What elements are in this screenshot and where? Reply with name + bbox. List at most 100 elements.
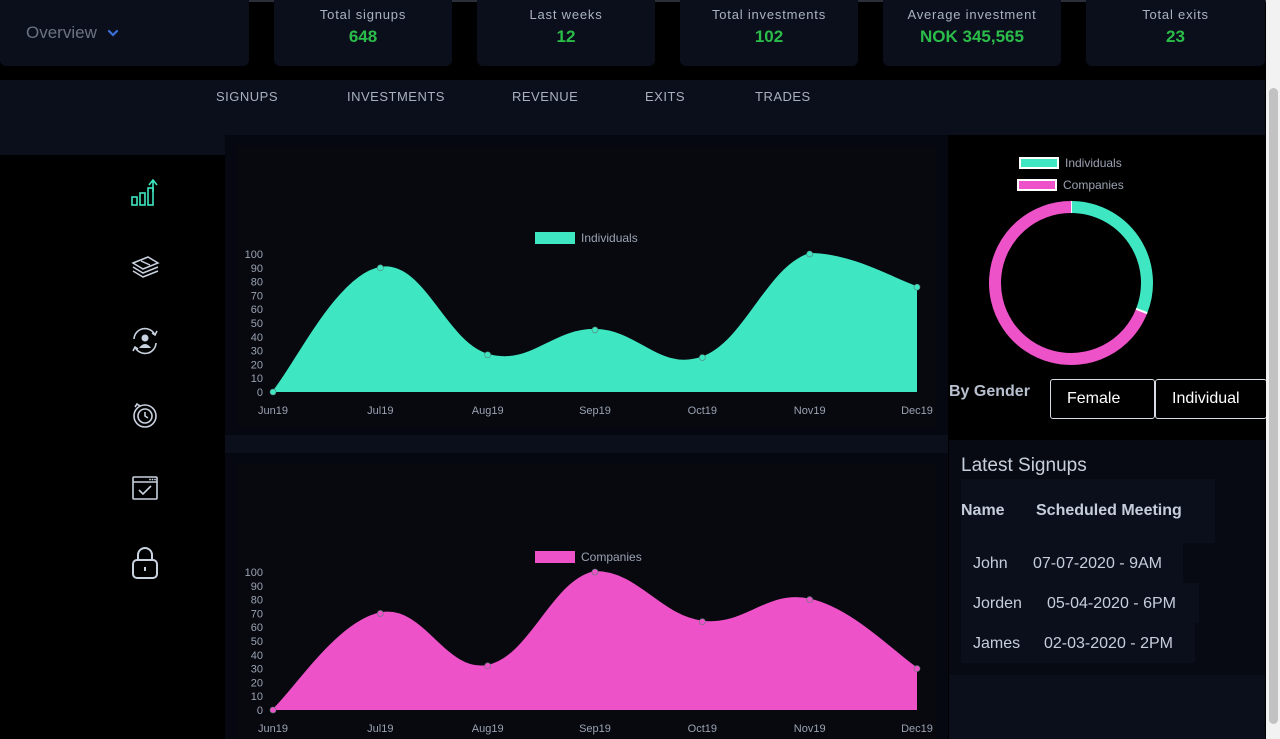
x-tick-label: Nov19 [794,723,826,735]
x-tick-label: Jun19 [258,405,288,417]
lock-icon[interactable] [130,545,160,581]
data-point[interactable] [591,326,599,334]
signup-meeting: 07-07-2020 - 9AM [1033,555,1162,572]
data-point[interactable] [591,568,599,576]
x-tick-label: Sep19 [579,723,611,735]
stat-label: Total investments [711,7,827,22]
stat-total-exits: Total exits 23 [1086,0,1265,66]
legend-label: Companies [581,550,642,564]
legend-swatch [535,551,575,563]
data-point[interactable] [484,662,491,670]
legend-swatch [535,232,575,244]
latest-signups-title: Latest Signups [961,455,1087,476]
x-tick-label: Dec19 [901,723,933,735]
data-point[interactable] [806,250,813,258]
chart-companies: Companies 0 10 20 30 40 50 60 70 80 90 100 Jun19 Jul1… [237,465,937,739]
tab-exits[interactable]: EXITS [645,89,685,104]
x-tick-label: Jul19 [367,723,393,735]
area-fill-companies [273,572,917,710]
y-tick-label: 10 [251,373,263,385]
signup-name: Jorden [973,595,1022,612]
y-tick-label: 90 [251,263,263,275]
y-tick-label: 60 [251,622,263,634]
section-separator [225,435,948,453]
legend-companies[interactable]: Companies [535,550,642,564]
tab-trades[interactable]: TRADES [755,89,811,104]
y-tick-label: 100 [245,249,263,261]
data-point[interactable] [913,665,921,672]
right-lower-panel [949,675,1265,739]
y-tick-label: 10 [251,691,263,703]
overview-label: Overview [26,23,97,42]
stat-total-signups: Total signups 648 [274,0,452,66]
y-tick-label: 0 [257,387,263,399]
data-point[interactable] [377,264,384,272]
legend-label: Individuals [581,231,638,245]
y-tick-label: 60 [251,304,263,316]
column-header-name: Name [961,502,1005,519]
tab-revenue[interactable]: REVENUE [512,89,578,104]
x-tick-label: Dec19 [901,405,933,417]
stat-last-weeks: Last weeks 12 [477,0,655,66]
y-tick-label: 50 [251,318,263,330]
x-tick-label: Aug19 [472,405,504,417]
y-tick-label: 40 [251,650,263,662]
clock-history-icon[interactable] [130,399,160,431]
tab-investments[interactable]: INVESTMENTS [347,89,445,104]
data-point[interactable] [699,354,706,361]
stat-value: 12 [556,27,576,46]
signup-name: James [973,635,1021,652]
y-tick-label: 70 [251,290,263,302]
x-tick-label: Sep19 [579,405,611,417]
companies-area-chart: Companies0102030405060708090100Jun19 Jul1… [245,550,933,735]
individuals-area-chart: Individuals0102030405060708090100Jun19 Ju… [245,231,933,417]
data-point[interactable] [377,610,384,617]
y-tick-label: 30 [251,346,263,358]
x-tick-label: Nov19 [794,405,826,417]
y-tick-label: 0 [257,705,263,717]
calendar-check-icon[interactable] [130,472,160,504]
scrollbar-thumb[interactable] [1269,88,1278,724]
investor-type-select[interactable]: Individual [1155,379,1267,419]
y-tick-label: 20 [251,677,263,689]
stat-total-investments: Total investments 102 [680,0,858,66]
data-point[interactable] [269,388,277,396]
tab-signups[interactable]: SIGNUPS [216,89,278,104]
chart-individuals: Individuals 0 10 20 30 40 50 60 70 80 90 100 Jun19 Ju… [237,147,937,427]
stat-value: NOK 345,565 [920,27,1024,46]
by-gender-label: By Gender [949,383,1030,400]
y-tick-label: 30 [251,664,263,676]
bar-chart-growth-icon[interactable] [130,178,160,210]
legend-individuals[interactable]: Individuals [535,231,638,245]
stat-average-investment: Average investment NOK 345,565 [883,0,1061,66]
tab-bar-band [225,115,1265,135]
data-point[interactable] [484,351,491,359]
data-point[interactable] [913,283,921,291]
stat-label: Total exits [1142,7,1209,22]
y-tick-label: 80 [251,277,263,289]
stat-label: Average investment [907,7,1037,22]
user-cycle-icon[interactable] [130,325,160,357]
money-stack-icon[interactable] [130,251,160,283]
y-tick-label: 40 [251,332,263,344]
signup-name: John [973,555,1008,572]
x-tick-label: Oct19 [688,723,717,735]
donut-slice-individuals[interactable] [1070,201,1153,314]
data-point[interactable] [699,618,706,625]
gender-select[interactable]: Female [1050,379,1155,419]
y-tick-label: 90 [251,581,263,593]
signup-meeting: 05-04-2020 - 6PM [1047,595,1176,612]
chevron-down-icon [107,29,118,37]
y-tick-label: 20 [251,359,263,371]
stat-label: Last weeks [529,7,603,22]
y-tick-label: 100 [245,567,263,579]
overview-dropdown[interactable]: Overview [0,0,249,66]
x-tick-label: Aug19 [472,723,504,735]
area-fill-individuals [273,254,917,392]
column-header-meeting: Scheduled Meeting [1036,502,1182,519]
y-tick-label: 80 [251,595,263,607]
stat-value: 648 [348,27,378,46]
data-point[interactable] [269,706,277,714]
signup-meeting: 02-03-2020 - 2PM [1044,635,1173,652]
data-point[interactable] [806,596,813,603]
